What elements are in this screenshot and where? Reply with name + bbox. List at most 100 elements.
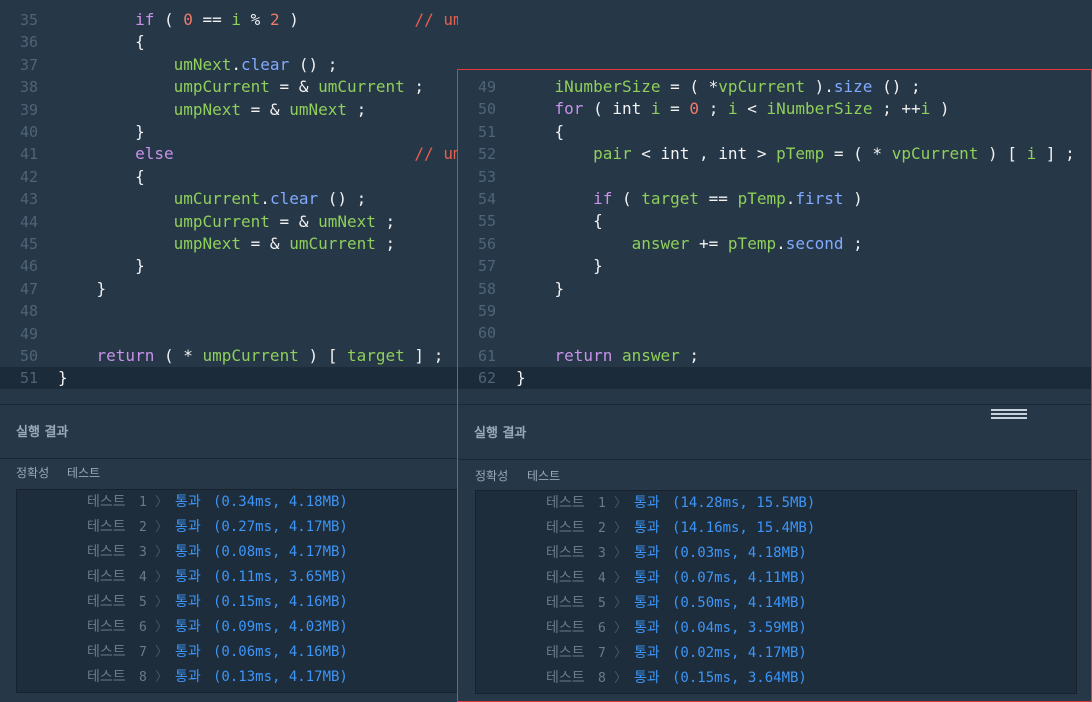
resize-handle[interactable] (991, 409, 1027, 419)
code-token: iNumberSize (554, 77, 661, 96)
code-line[interactable]: 47 } (0, 278, 458, 300)
test-number: 4 (598, 571, 606, 586)
line-number: 39 (19, 100, 38, 119)
test-result-row[interactable]: 테스트 1 〉 통과 (0.34ms, 4.18MB) (17, 490, 458, 515)
code-line[interactable]: 50 for ( int i = 0 ; i < iNumberSize ; +… (458, 98, 1091, 120)
code-line[interactable]: 51} (0, 367, 458, 390)
code-line[interactable]: 60 (458, 322, 1091, 344)
tab-accuracy[interactable]: 정확성 (475, 467, 508, 484)
test-result-row[interactable]: 테스트 7 〉 통과 (0.02ms, 4.17MB) (476, 641, 1076, 666)
test-result-row[interactable]: 테스트 4 〉 통과 (0.07ms, 4.11MB) (476, 566, 1076, 591)
code-line[interactable]: 38 umpCurrent = & umCurrent ; (0, 76, 458, 98)
code-line[interactable]: 48 (0, 300, 458, 322)
code-editor[interactable]: 49 iNumberSize = ( *vpCurrent ).size () … (458, 70, 1091, 392)
code-line[interactable]: 49 iNumberSize = ( *vpCurrent ).size () … (458, 76, 1091, 98)
test-result-row[interactable]: 테스트 2 〉 통과 (0.27ms, 4.17MB) (17, 515, 458, 540)
code-text: umpNext = & umCurrent ; (58, 233, 396, 255)
code-token: = & (269, 77, 319, 97)
line-number: 41 (19, 145, 38, 164)
chevron-right-icon: 〉 (155, 570, 169, 585)
code-line[interactable]: 40 } (0, 121, 458, 143)
test-result-row[interactable]: 테스트 7 〉 통과 (0.06ms, 4.16MB) (17, 640, 458, 665)
code-token: } (58, 256, 145, 276)
code-text: } (516, 278, 565, 300)
test-result-row[interactable]: 테스트 6 〉 통과 (0.09ms, 4.03MB) (17, 615, 458, 640)
code-line[interactable]: 56 answer += pTemp.second ; (458, 233, 1091, 255)
test-label: 테스트 (87, 544, 126, 560)
code-token: umNext (289, 99, 347, 119)
code-line[interactable]: 55 { (458, 210, 1091, 232)
test-result-row[interactable]: 테스트 8 〉 통과 (0.13ms, 4.17MB) (17, 665, 458, 690)
code-text: pair < int , int > pTemp = ( * vpCurrent… (516, 143, 1075, 165)
code-text: return answer ; (516, 345, 700, 367)
code-line[interactable]: 62} (458, 367, 1091, 390)
code-line[interactable]: 37 umNext.clear () ; (0, 54, 458, 76)
code-text: return ( * umpCurrent ) [ target ] ; (58, 345, 444, 367)
test-result-row[interactable]: 테스트 6 〉 통과 (0.04ms, 3.59MB) (476, 616, 1076, 641)
pass-status: 통과 (634, 520, 660, 536)
code-line[interactable]: 39 umpNext = & umNext ; (0, 99, 458, 121)
code-text: iNumberSize = ( *vpCurrent ).size () ; (516, 76, 921, 98)
pass-status: 통과 (175, 569, 201, 585)
pass-status: 통과 (175, 644, 201, 660)
code-line[interactable]: 44 umpCurrent = & umNext ; (0, 211, 458, 233)
pane-divider[interactable] (458, 404, 1091, 405)
code-line[interactable]: 35 if ( 0 == i % 2 ) // umpCurrent -> um… (0, 9, 458, 31)
code-line[interactable]: 58 } (458, 278, 1091, 300)
code-token: ; (375, 211, 396, 231)
test-result-row[interactable]: 테스트 3 〉 통과 (0.08ms, 4.17MB) (17, 540, 458, 565)
test-result-row[interactable]: 테스트 4 〉 통과 (0.11ms, 3.65MB) (17, 565, 458, 590)
code-token: return (96, 346, 155, 365)
code-token: ] ; (404, 346, 444, 365)
code-line[interactable]: 51 { (458, 121, 1091, 143)
test-result-row[interactable]: 테스트 2 〉 통과 (14.16ms, 15.4MB) (476, 516, 1076, 541)
test-number: 3 (139, 545, 147, 560)
test-result-row[interactable]: 테스트 5 〉 통과 (0.50ms, 4.14MB) (476, 591, 1076, 616)
code-line[interactable]: 43 umCurrent.clear () ; (0, 188, 458, 210)
line-number: 51 (19, 369, 38, 388)
line-number: 37 (19, 55, 38, 74)
test-result-row[interactable]: 테스트 8 〉 통과 (0.15ms, 3.64MB) (476, 666, 1076, 691)
code-token: } (516, 256, 603, 276)
pane-divider[interactable] (0, 404, 458, 405)
line-number: 57 (477, 257, 496, 276)
test-stats: (0.06ms, 4.16MB) (213, 644, 348, 660)
test-result-row[interactable]: 테스트 3 〉 통과 (0.03ms, 4.18MB) (476, 541, 1076, 566)
code-token: i (1026, 144, 1037, 164)
code-line[interactable]: 36 { (0, 31, 458, 53)
line-number: 38 (19, 78, 38, 97)
code-line[interactable]: 54 if ( target == pTemp.first ) (458, 188, 1091, 210)
test-stats: (0.15ms, 3.64MB) (672, 670, 807, 686)
test-label: 테스트 (87, 494, 126, 510)
test-result-row[interactable]: 테스트 1 〉 통과 (14.28ms, 15.5MB) (476, 491, 1076, 516)
code-line[interactable]: 52 pair < int , int > pTemp = ( * vpCurr… (458, 143, 1091, 165)
code-line[interactable]: 46 } (0, 255, 458, 277)
tab-test[interactable]: 테스트 (67, 464, 100, 481)
code-line[interactable]: 49 (0, 323, 458, 345)
code-token: . (776, 233, 786, 253)
test-results-list: 테스트 1 〉 통과 (14.28ms, 15.5MB) 테스트 2 〉 통과 (14.16ms,… (475, 490, 1077, 694)
code-token: = & (269, 211, 319, 231)
code-editor[interactable]: 35 if ( 0 == i % 2 ) // umpCurrent -> um… (0, 0, 458, 392)
tab-accuracy[interactable]: 정확성 (16, 464, 49, 481)
code-line[interactable]: 50 return ( * umpCurrent ) [ target ] ; (0, 345, 458, 367)
chevron-right-icon: 〉 (614, 671, 628, 686)
code-line[interactable]: 59 (458, 300, 1091, 322)
code-token: < int , int > (631, 144, 777, 164)
tab-test[interactable]: 테스트 (527, 467, 560, 484)
test-stats: (0.04ms, 3.59MB) (672, 620, 807, 636)
line-number: 35 (19, 11, 38, 29)
code-line[interactable]: 45 umpNext = & umCurrent ; (0, 233, 458, 255)
code-line[interactable]: 61 return answer ; (458, 345, 1091, 367)
code-line[interactable]: 53 (458, 166, 1091, 188)
code-token: umNext (318, 211, 376, 231)
code-line[interactable]: 42 { (0, 166, 458, 188)
code-line[interactable]: 57 } (458, 255, 1091, 277)
test-result-row[interactable]: 테스트 5 〉 통과 (0.15ms, 4.16MB) (17, 590, 458, 615)
code-line[interactable]: 41 else // ump (0, 143, 458, 165)
code-token: } (58, 278, 107, 298)
code-token: umCurrent (173, 189, 261, 209)
